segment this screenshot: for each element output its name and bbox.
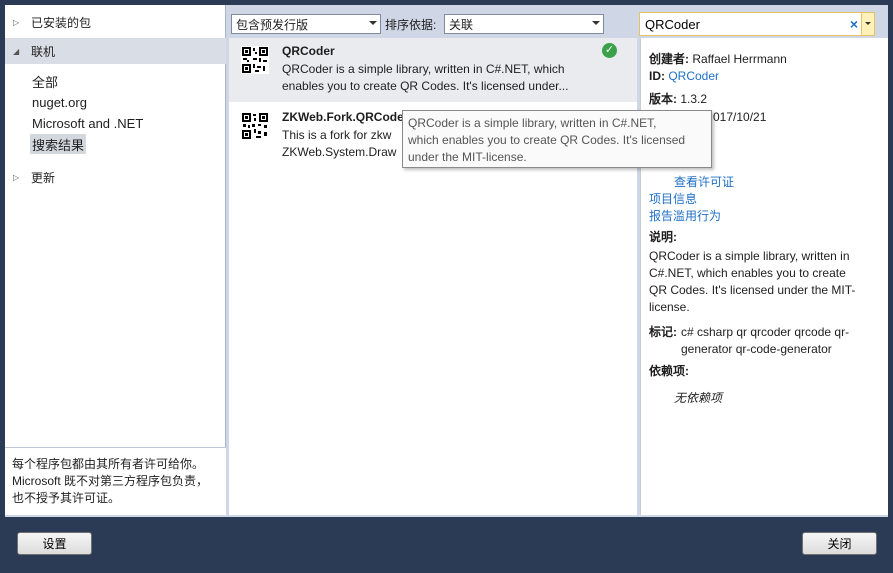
left-panel: ▷ 已安装的包 ◢ 联机 全部 nuget.org Microsoft and … [5,5,226,515]
search-input[interactable] [645,16,845,32]
online-item-search-results[interactable]: 搜索结果 [30,134,87,154]
tree-node-online-label: 联机 [31,44,56,59]
dependencies-label: 依赖项: [649,364,689,378]
creator-value: Raffael Herrmann [692,52,787,66]
tooltip-line: which enables you to create QR Codes. It… [408,133,686,147]
id-link[interactable]: QRCoder [668,69,719,83]
package-title: QRCoder [282,44,335,58]
tree-node-updates-label: 更新 [31,170,56,185]
sort-label: 排序依据: [385,18,437,32]
expand-arrow-icon[interactable]: ▷ [13,173,25,182]
tree-node-installed[interactable]: ▷ 已安装的包 [5,9,226,35]
tree-node-installed-label: 已安装的包 [31,15,92,30]
collapse-arrow-icon[interactable]: ◢ [13,47,25,56]
report-abuse-link[interactable]: 报告滥用行为 [649,207,721,224]
package-title: ZKWeb.Fork.QRCoder [282,110,409,124]
dropdown-arrow-icon[interactable] [369,21,377,25]
installed-check-icon: ✓ [602,43,617,58]
description-text: QRCoder is a simple library, written in … [649,248,879,316]
prerelease-filter-value: 包含预发行版 [236,17,309,32]
description-line: QRCoder is a simple library, written in [649,249,850,263]
description-line: C#.NET, which enables you to create [649,266,846,280]
version-value: 1.3.2 [680,92,708,106]
qr-code-icon [241,112,269,140]
no-dependencies: 无依赖项 [674,391,723,405]
disclaimer-line: 也不授予其许可证。 [12,491,121,505]
license-disclaimer: 每个程序包都由其所有者许可给你。 Microsoft 既不对第三方程序包负责， … [5,447,226,515]
tags-label: 标记: [649,325,677,339]
search-dropdown-icon[interactable] [861,13,874,35]
online-item-nuget[interactable]: nuget.org [30,92,89,112]
dropdown-arrow-icon[interactable] [592,21,600,25]
tags-line: generator qr-code-generator [681,342,832,356]
tooltip-line: QRCoder is a simple library, written in … [408,116,657,130]
id-row: ID: QRCoder [649,69,719,83]
online-item-all[interactable]: 全部 [30,71,60,91]
package-description: QRCoder is a simple library, written in … [282,61,622,95]
close-button[interactable]: 关闭 [802,532,877,555]
package-description-line: QRCoder is a simple library, written in … [282,62,565,76]
description-label: 说明: [649,230,677,244]
publish-date: 017/10/21 [713,110,767,124]
version-row: 版本: 1.3.2 [649,90,707,107]
description-line: QR Codes. It's licensed under the MIT- [649,283,856,297]
expand-arrow-icon[interactable]: ▷ [13,18,25,27]
creator-row: 创建者: Raffael Herrmann [649,50,787,67]
clear-search-icon[interactable]: × [850,16,858,32]
online-item-microsoft[interactable]: Microsoft and .NET [30,113,145,133]
package-description-line: enables you to create QR Codes. It's lic… [282,79,569,93]
description-line: license. [649,300,690,314]
disclaimer-line: 每个程序包都由其所有者许可给你。 [12,457,205,471]
package-item[interactable]: QRCoder QRCoder is a simple library, wri… [229,38,637,102]
sort-value: 关联 [449,17,474,32]
tags-line: c# csharp qr qrcoder qrcode qr- [681,325,850,339]
toolbar: 包含预发行版 排序依据: 关联 × [229,11,889,37]
settings-button[interactable]: 设置 [17,532,92,555]
tooltip-line: under the MIT-license. [408,150,527,164]
sort-select[interactable]: 关联 [444,14,604,34]
tree-node-online[interactable]: ◢ 联机 [5,38,226,64]
disclaimer-line: Microsoft 既不对第三方程序包负责， [12,474,209,488]
package-tooltip: QRCoder is a simple library, written in … [402,110,712,168]
project-info-link[interactable]: 项目信息 [649,190,697,207]
search-box[interactable]: × [639,12,875,36]
qr-code-icon [241,46,269,74]
id-label: ID: [649,69,665,83]
version-label: 版本: [649,92,677,106]
tags-row: 标记: c# csharp qr qrcoder qrcode qr- gene… [649,324,885,358]
tags-value: c# csharp qr qrcoder qrcode qr- generato… [677,324,849,358]
tree-node-updates[interactable]: ▷ 更新 [5,164,226,190]
prerelease-filter-select[interactable]: 包含预发行版 [231,14,381,34]
creator-label: 创建者: [649,52,689,66]
view-license-link[interactable]: 查看许可证 [674,173,734,190]
